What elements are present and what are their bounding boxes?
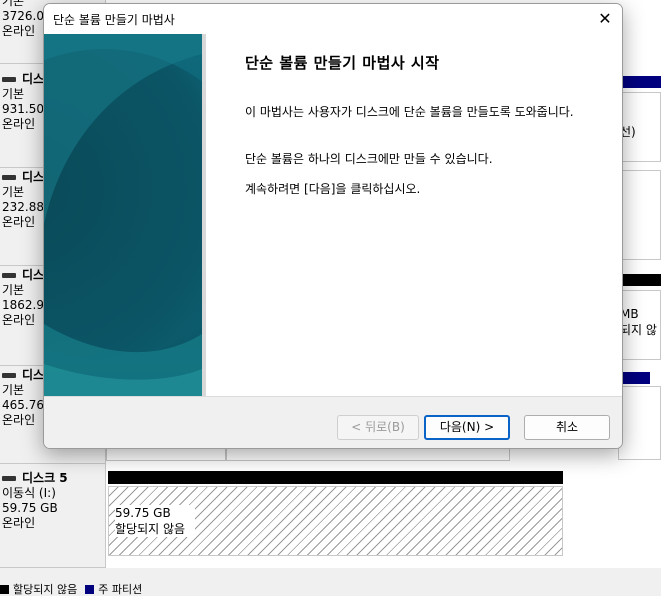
disk-icon	[2, 77, 16, 82]
disk-5-status: 온라인	[2, 516, 36, 530]
disk-icon	[2, 175, 16, 180]
dialog-title: 단순 볼륨 만들기 마법사	[53, 13, 175, 27]
disk-2-name: 디스	[22, 170, 45, 184]
wizard-note: 단순 볼륨은 하나의 디스크에만 만들 수 있습니다.	[245, 152, 493, 166]
wizard-heading: 단순 볼륨 만들기 마법사 시작	[245, 54, 440, 72]
title-bar[interactable]: 단순 볼륨 만들기 마법사 ✕	[44, 4, 622, 34]
disk-icon	[2, 476, 16, 481]
disk-5-name: 디스크 5	[22, 471, 68, 485]
unallocated-bar	[108, 471, 563, 484]
unallocated-partition[interactable]: 59.75 GB 할당되지 않음	[108, 486, 563, 556]
disk-4-name: 디스	[22, 368, 45, 382]
partition-status: 할당되지 않음	[115, 522, 186, 536]
legend-swatch-primary	[85, 584, 95, 594]
disk-icon	[2, 273, 16, 278]
primary-partition-bar	[620, 76, 661, 88]
unallocated-bar	[620, 274, 661, 286]
wizard-description: 이 마법사는 사용자가 디스크에 단순 볼륨을 만들도록 도와줍니다.	[245, 105, 574, 119]
legend-primary: 주 파티션	[98, 583, 143, 596]
disk-row-5[interactable]: 디스크 5 이동식 (I:) 59.75 GB 온라인	[0, 464, 106, 568]
back-button[interactable]: < 뒤로(B)	[337, 415, 419, 440]
partition-status-fragment: 되지 않	[620, 323, 657, 337]
close-icon[interactable]: ✕	[594, 8, 616, 30]
partition-block[interactable]	[618, 170, 661, 260]
partition-block-bottom	[226, 449, 510, 461]
wizard-banner-image	[44, 34, 202, 396]
disk-5-type: 이동식 (I:)	[2, 486, 56, 500]
legend-swatch-unallocated	[0, 584, 9, 594]
primary-partition-bar	[620, 372, 650, 384]
banner-art	[44, 34, 202, 396]
partition-size: 59.75 GB	[115, 506, 171, 520]
partition-block-bottom	[106, 449, 226, 461]
disk-5-size: 59.75 GB	[2, 501, 58, 515]
button-bar: < 뒤로(B) 다음(N) > 취소	[44, 396, 622, 448]
legend-unallocated: 할당되지 않음	[13, 583, 78, 596]
disk-1-name: 디스	[22, 72, 45, 86]
wizard-dialog: 단순 볼륨 만들기 마법사 ✕ 단순 볼륨 만들기 마법사 시작 이 마법사는 …	[43, 3, 623, 449]
next-button[interactable]: 다음(N) >	[424, 415, 510, 440]
disk-icon	[2, 373, 16, 378]
partition-block[interactable]	[618, 386, 661, 460]
cancel-button[interactable]: 취소	[524, 415, 610, 440]
legend: 할당되지 않음 주 파티션	[0, 582, 142, 596]
disk-3-name: 디스	[22, 268, 45, 282]
wizard-instruction: 계속하려면 [다음]을 클릭하십시오.	[245, 182, 421, 196]
wizard-content: 단순 볼륨 만들기 마법사 시작 이 마법사는 사용자가 디스크에 단순 볼륨을…	[206, 34, 622, 396]
